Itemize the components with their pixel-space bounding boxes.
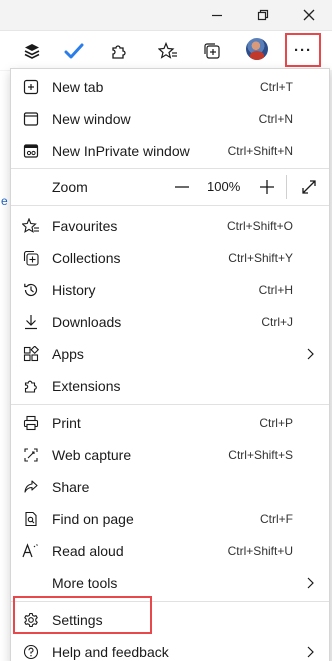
zoom-separator [286,175,287,199]
menu-shortcut: Ctrl+Shift+S [228,448,293,462]
print-icon [22,414,40,432]
collections-icon[interactable] [200,39,224,63]
page-link-fragment[interactable]: e [1,194,8,208]
title-bar [0,0,332,30]
restore-icon[interactable] [253,5,273,25]
menu-label: New tab [52,79,104,95]
menu-label: New InPrivate window [52,143,190,159]
menu-divider [11,404,329,405]
favourites-icon [22,217,40,235]
menu-item-extensions[interactable]: Extensions [11,370,329,402]
extensions-icon[interactable] [107,39,131,63]
menu-item-collections[interactable]: Collections Ctrl+Shift+Y [11,242,329,274]
chevron-right-icon [307,348,314,360]
menu-label: Help and feedback [52,644,169,660]
layers-icon[interactable] [20,39,44,63]
zoom-value: 100% [207,179,241,194]
menu-item-new-tab[interactable]: New tab Ctrl+T [11,71,329,103]
menu-shortcut: Ctrl+Shift+U [227,544,293,558]
downloads-icon [22,313,40,331]
menu-label: Print [52,415,81,431]
menu-label: Web capture [52,447,132,463]
menu-label: History [52,282,96,298]
menu-item-find-on-page[interactable]: Find on page Ctrl+F [11,503,329,535]
menu-label: Share [52,479,90,495]
help-icon [22,643,40,661]
menu-shortcut: Ctrl+Shift+N [227,144,293,158]
favourites-icon[interactable] [156,39,180,63]
menu-shortcut: Ctrl+J [261,315,293,329]
new-window-icon [22,110,40,128]
menu-label: Apps [52,346,84,362]
menu-item-apps[interactable]: Apps [11,338,329,370]
menu-label: Collections [52,250,121,266]
chevron-right-icon [307,577,314,589]
history-icon [22,281,40,299]
menu-item-new-window[interactable]: New window Ctrl+N [11,103,329,135]
settings-and-more-button[interactable]: ··· [285,33,321,67]
menu-label: Favourites [52,218,118,234]
share-icon [22,478,40,496]
inprivate-icon [22,142,40,160]
menu-item-help-and-feedback[interactable]: Help and feedback [11,636,329,661]
more-icon: ··· [294,41,312,59]
menu-label: Downloads [52,314,122,330]
profile-avatar[interactable] [246,38,268,60]
zoom-row: Zoom 100% [11,169,329,205]
menu-label: New window [52,111,131,127]
menu-shortcut: Ctrl+Shift+Y [228,251,293,265]
menu-item-web-capture[interactable]: Web capture Ctrl+Shift+S [11,439,329,471]
menu-divider [11,205,329,206]
menu-item-print[interactable]: Print Ctrl+P [11,407,329,439]
menu-item-history[interactable]: History Ctrl+H [11,274,329,306]
web-capture-icon [22,446,40,464]
fullscreen-icon[interactable] [299,177,319,197]
apps-icon [22,345,40,363]
menu-item-share[interactable]: Share [11,471,329,503]
collections-icon [22,249,40,267]
find-icon [22,510,40,528]
minimize-icon[interactable] [207,5,227,25]
zoom-label: Zoom [52,179,88,195]
menu-label: Find on page [52,511,134,527]
zoom-in-button[interactable] [257,177,277,197]
menu-item-new-inprivate-window[interactable]: New InPrivate window Ctrl+Shift+N [11,135,329,167]
menu-shortcut: Ctrl+Shift+O [226,219,293,233]
menu-shortcut: Ctrl+N [258,112,293,126]
menu-item-more-tools[interactable]: More tools [11,567,329,599]
settings-highlight-box [13,596,152,634]
zoom-out-button[interactable] [172,177,192,197]
menu-shortcut: Ctrl+F [260,512,293,526]
menu-item-downloads[interactable]: Downloads Ctrl+J [11,306,329,338]
chevron-right-icon [307,646,314,658]
checkmark-icon[interactable] [62,39,86,63]
read-aloud-icon [22,542,40,560]
menu-shortcut: Ctrl+T [260,80,293,94]
menu-label: Extensions [52,378,121,394]
close-icon[interactable] [299,5,319,25]
menu-shortcut: Ctrl+P [259,416,293,430]
menu-label: Read aloud [52,543,124,559]
page-content: e [0,71,10,661]
menu-label: More tools [52,575,118,591]
menu-shortcut: Ctrl+H [258,283,293,297]
menu-item-read-aloud[interactable]: Read aloud Ctrl+Shift+U [11,535,329,567]
menu-item-favourites[interactable]: Favourites Ctrl+Shift+O [11,210,329,242]
browser-toolbar [0,30,332,70]
settings-menu: New tab Ctrl+T New window Ctrl+N New InP… [10,68,330,661]
extensions-icon [22,377,40,395]
new-tab-icon [22,78,40,96]
